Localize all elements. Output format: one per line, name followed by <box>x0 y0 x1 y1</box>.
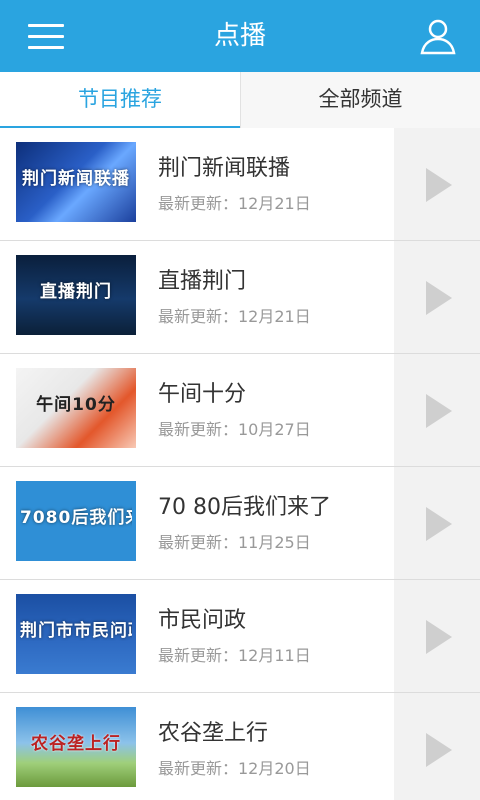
app-screen: 点播 节目推荐 全部频道 荆门新闻联播 荆门新闻联播 最新更新：12月21日 直… <box>0 0 480 800</box>
program-updated: 最新更新：12月21日 <box>158 307 311 326</box>
tab-recommended[interactable]: 节目推荐 <box>0 72 240 129</box>
play-icon <box>426 733 452 767</box>
top-bar: 点播 <box>0 0 480 72</box>
program-name: 直播荆门 <box>158 269 247 294</box>
play-button[interactable] <box>394 580 480 692</box>
tab-all-channels[interactable]: 全部频道 <box>240 72 480 128</box>
thumbnail-caption: 荆门新闻联播 <box>22 169 130 189</box>
program-updated: 最新更新：12月20日 <box>158 759 311 778</box>
play-icon <box>426 507 452 541</box>
program-row[interactable]: 午间10分 午间十分 最新更新：10月27日 <box>0 354 480 467</box>
program-thumbnail: 农谷垄上行 <box>16 707 136 787</box>
thumbnail-caption: 农谷垄上行 <box>31 734 121 754</box>
program-thumbnail: 午间10分 <box>16 368 136 448</box>
program-row[interactable]: 荆门新闻联播 荆门新闻联播 最新更新：12月21日 <box>0 128 480 241</box>
program-thumbnail: 荆门市市民问政 <box>16 594 136 674</box>
thumbnail-caption: 荆门市市民问政 <box>20 621 132 641</box>
thumbnail-caption: 7080后我们来了 <box>20 508 132 528</box>
program-list: 荆门新闻联播 荆门新闻联播 最新更新：12月21日 直播荆门 直播荆门 最新更新… <box>0 128 480 800</box>
program-updated: 最新更新：11月25日 <box>158 533 311 552</box>
play-button[interactable] <box>394 693 480 800</box>
play-button[interactable] <box>394 354 480 466</box>
page-title: 点播 <box>213 21 266 51</box>
user-icon[interactable] <box>418 16 458 56</box>
program-name: 农谷垄上行 <box>158 721 269 746</box>
program-row[interactable]: 荆门市市民问政 市民问政 最新更新：12月11日 <box>0 580 480 693</box>
tab-bar: 节目推荐 全部频道 <box>0 72 480 129</box>
program-name: 70 80后我们来了 <box>158 495 331 520</box>
program-name: 市民问政 <box>158 608 247 633</box>
play-button[interactable] <box>394 128 480 240</box>
program-updated: 最新更新：12月11日 <box>158 646 311 665</box>
program-name: 午间十分 <box>158 382 247 407</box>
thumbnail-caption: 直播荆门 <box>40 282 112 302</box>
program-thumbnail: 7080后我们来了 <box>16 481 136 561</box>
play-icon <box>426 620 452 654</box>
play-icon <box>426 281 452 315</box>
play-icon <box>426 394 452 428</box>
program-row[interactable]: 7080后我们来了 70 80后我们来了 最新更新：11月25日 <box>0 467 480 580</box>
program-row[interactable]: 直播荆门 直播荆门 最新更新：12月21日 <box>0 241 480 354</box>
program-thumbnail: 直播荆门 <box>16 255 136 335</box>
program-updated: 最新更新：10月27日 <box>158 420 311 439</box>
play-button[interactable] <box>394 467 480 579</box>
play-button[interactable] <box>394 241 480 353</box>
program-row[interactable]: 农谷垄上行 农谷垄上行 最新更新：12月20日 <box>0 693 480 800</box>
thumbnail-caption: 午间10分 <box>36 395 116 415</box>
program-name: 荆门新闻联播 <box>158 156 291 181</box>
program-thumbnail: 荆门新闻联播 <box>16 142 136 222</box>
play-icon <box>426 168 452 202</box>
program-updated: 最新更新：12月21日 <box>158 194 311 213</box>
